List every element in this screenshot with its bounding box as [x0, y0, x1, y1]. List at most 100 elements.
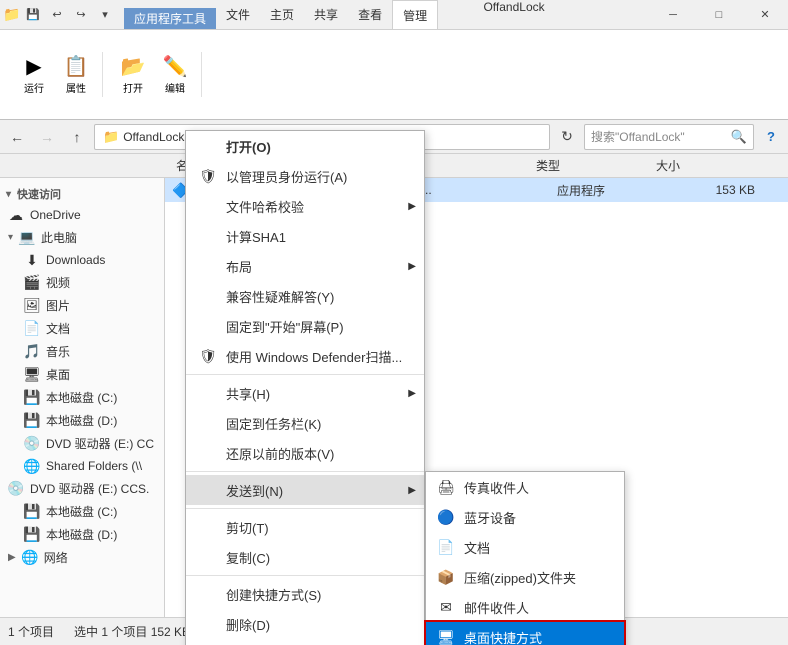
- sidebar-item-onedrive[interactable]: ☁ OneDrive: [0, 204, 164, 226]
- breadcrumb-1[interactable]: OffandLock: [123, 130, 184, 144]
- sendto-submenu: 🖨 传真收件人 🔵 蓝牙设备 📄 文档 📦 压缩(zipped)文件夹 ✉: [425, 471, 625, 645]
- ctx-hash[interactable]: 文件哈希校验: [186, 191, 424, 221]
- sub-zip[interactable]: 📦 压缩(zipped)文件夹: [426, 562, 624, 592]
- col-size-header[interactable]: 大小: [648, 157, 728, 174]
- sidebar-item-desktop[interactable]: 🖥 桌面: [0, 363, 164, 386]
- dvd-e-icon: 💿: [24, 436, 40, 452]
- sidebar-item-documents[interactable]: 📄 文档: [0, 317, 164, 340]
- desktop-shortcut-icon: 🖥: [436, 627, 456, 645]
- sidebar-item-locald2[interactable]: 💾 本地磁盘 (D:): [0, 523, 164, 546]
- ribbon-run-button[interactable]: ▶ 运行: [14, 52, 54, 97]
- sidebar-item-network[interactable]: ▶ 🌐 网络: [0, 546, 164, 569]
- music-label: 音乐: [46, 343, 70, 360]
- ctx-runas[interactable]: 🛡 以管理员身份运行(A): [186, 161, 424, 191]
- ctx-defender[interactable]: 🛡 使用 Windows Defender扫描...: [186, 341, 424, 371]
- desktop-icon: 🖥: [24, 367, 40, 383]
- drive-c-label: 本地磁盘 (C:): [46, 389, 117, 406]
- ctx-restore[interactable]: 还原以前的版本(V): [186, 438, 424, 468]
- qat-dropdown[interactable]: ▾: [94, 4, 116, 26]
- qat-redo[interactable]: ↪: [70, 4, 92, 26]
- ribbon-property-button[interactable]: 📋 属性: [56, 52, 96, 97]
- refresh-button[interactable]: ↻: [554, 124, 580, 150]
- ctx-rename[interactable]: 重命名(M): [186, 639, 424, 645]
- ribbon: ▶ 运行 📋 属性 📂 打开 ✏️: [0, 30, 788, 120]
- sidebar-item-videos[interactable]: 🎬 视频: [0, 271, 164, 294]
- tab-manage[interactable]: 管理: [392, 0, 438, 29]
- ctx-sep3: [186, 508, 424, 509]
- search-icon: 🔍: [731, 129, 747, 145]
- ctx-copy[interactable]: 复制(C): [186, 542, 424, 572]
- sub-documents[interactable]: 📄 文档: [426, 532, 624, 562]
- quick-access-arrow: ▾: [6, 189, 11, 200]
- forward-button[interactable]: →: [34, 124, 60, 150]
- network-label: 网络: [44, 549, 68, 566]
- status-selected: 选中 1 个项目 152 KB: [74, 623, 190, 640]
- ctx-compat[interactable]: 兼容性疑难解答(Y): [186, 281, 424, 311]
- sidebar-item-dvde2[interactable]: 💿 DVD 驱动器 (E:) CCS.: [0, 477, 164, 500]
- sidebar-item-downloads[interactable]: ⬇ Downloads: [0, 249, 164, 271]
- sub-bluetooth[interactable]: 🔵 蓝牙设备: [426, 502, 624, 532]
- tab-share[interactable]: 共享: [304, 0, 348, 29]
- sidebar: ▾ 快速访问 ☁ OneDrive ▾ 💻 此电脑 ⬇ Downloads 🎬 …: [0, 178, 165, 617]
- ctx-pin-taskbar[interactable]: 固定到任务栏(K): [186, 408, 424, 438]
- sub-mail[interactable]: ✉ 邮件收件人: [426, 592, 624, 622]
- qat-undo[interactable]: ↩: [46, 4, 68, 26]
- ctx-layout-icon: [198, 256, 218, 276]
- ctx-share-icon: [198, 383, 218, 403]
- ctx-share[interactable]: 共享(H): [186, 378, 424, 408]
- sidebar-item-pc[interactable]: ▾ 💻 此电脑: [0, 226, 164, 249]
- sidebar-item-dvd-e[interactable]: 💿 DVD 驱动器 (E:) CC: [0, 432, 164, 455]
- maximize-button[interactable]: □: [696, 0, 742, 29]
- tab-app-tools[interactable]: 应用程序工具: [124, 8, 216, 29]
- tab-view[interactable]: 查看: [348, 0, 392, 29]
- property-icon: 📋: [64, 54, 88, 78]
- help-button[interactable]: ?: [758, 124, 784, 150]
- ctx-open[interactable]: 打开(O): [186, 131, 424, 161]
- sidebar-item-music[interactable]: 🎵 音乐: [0, 340, 164, 363]
- sidebar-item-localc2[interactable]: 💾 本地磁盘 (C:): [0, 500, 164, 523]
- ctx-sendto[interactable]: 发送到(N) 🖨 传真收件人 🔵 蓝牙设备 📄 文档 📦 压缩(zipped): [186, 475, 424, 505]
- sidebar-item-local-d[interactable]: 💾 本地磁盘 (D:): [0, 409, 164, 432]
- ctx-cut[interactable]: 剪切(T): [186, 512, 424, 542]
- fax-icon: 🖨: [436, 477, 456, 497]
- drive-c-icon: 💾: [24, 390, 40, 406]
- ctx-copy-icon: [198, 547, 218, 567]
- ctx-pin-taskbar-icon: [198, 413, 218, 433]
- onedrive-icon: ☁: [8, 207, 24, 223]
- ctx-delete-icon: [198, 614, 218, 634]
- back-button[interactable]: ←: [4, 124, 30, 150]
- search-box[interactable]: 搜索"OffandLock" 🔍: [584, 124, 754, 150]
- close-button[interactable]: ✕: [742, 0, 788, 29]
- ctx-layout[interactable]: 布局: [186, 251, 424, 281]
- context-menu: 打开(O) 🛡 以管理员身份运行(A) 文件哈希校验 计算SHA1 布局 兼容性…: [185, 130, 425, 645]
- tab-file[interactable]: 文件: [216, 0, 260, 29]
- ribbon-open-button[interactable]: 📂 打开: [113, 52, 153, 97]
- ribbon-edit-button[interactable]: ✏️ 编辑: [155, 52, 195, 97]
- ctx-sep1: [186, 374, 424, 375]
- ctx-sha1[interactable]: 计算SHA1: [186, 221, 424, 251]
- sub-fax[interactable]: 🖨 传真收件人: [426, 472, 624, 502]
- ribbon-tabs: 应用程序工具 文件 主页 共享 查看 管理: [120, 0, 438, 29]
- ctx-shortcut-icon: [198, 584, 218, 604]
- pictures-icon: 🖼: [24, 298, 40, 314]
- sidebar-item-shared[interactable]: 🌐 Shared Folders (\\: [0, 455, 164, 477]
- sidebar-item-pictures[interactable]: 🖼 图片: [0, 294, 164, 317]
- sidebar-item-local-c[interactable]: 💾 本地磁盘 (C:): [0, 386, 164, 409]
- run-icon: ▶: [22, 54, 46, 78]
- qat-save[interactable]: 💾: [22, 4, 44, 26]
- ctx-pin-start[interactable]: 固定到"开始"屏幕(P): [186, 311, 424, 341]
- col-type-header[interactable]: 类型: [528, 157, 648, 174]
- edit-icon: ✏️: [163, 54, 187, 78]
- music-icon: 🎵: [24, 344, 40, 360]
- tab-home[interactable]: 主页: [260, 0, 304, 29]
- up-button[interactable]: ↑: [64, 124, 90, 150]
- pc-arrow: ▾: [8, 232, 13, 243]
- network-arrow: ▶: [8, 552, 16, 563]
- ctx-compat-icon: [198, 286, 218, 306]
- sub-desktop-shortcut[interactable]: 🖥 桌面快捷方式: [426, 622, 624, 645]
- shared-icon: 🌐: [24, 458, 40, 474]
- ctx-delete[interactable]: 删除(D): [186, 609, 424, 639]
- ctx-create-shortcut[interactable]: 创建快捷方式(S): [186, 579, 424, 609]
- minimize-button[interactable]: ─: [650, 0, 696, 29]
- pc-label: 此电脑: [41, 229, 77, 246]
